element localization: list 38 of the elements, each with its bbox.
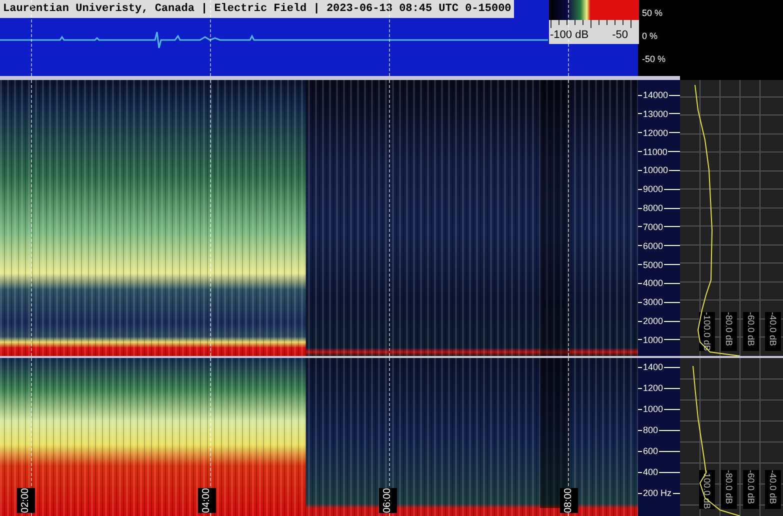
time-label: 04:00 [198, 488, 216, 513]
axis-label: 1000 [642, 334, 664, 345]
axis-label: 2000 [642, 316, 664, 326]
axis-label: 11000 [642, 146, 668, 157]
axis-label: 8000 [642, 203, 664, 214]
time-label: 08:00 [560, 488, 578, 513]
axis-label: 1200 [642, 383, 664, 393]
axis-label: 3000 [642, 297, 664, 308]
axis-label: 800 [642, 425, 660, 435]
axis-label: 12000 [642, 128, 670, 138]
db-label: -60.0 dB [743, 470, 759, 510]
axis-label: 1400 [642, 362, 664, 372]
axis-label: 50 % [642, 8, 663, 18]
db-label: -40.0 dB [765, 312, 781, 352]
scale-label: -50 [612, 28, 628, 42]
axis-label: 0 % [642, 31, 658, 41]
axis-label: 10000 [642, 165, 670, 176]
time-label: 06:00 [379, 488, 397, 513]
axis-label: 1000 [642, 404, 664, 414]
axis-label: 400 [642, 467, 660, 477]
db-label: -80.0 dB [721, 470, 737, 510]
axis-label: 4000 [642, 278, 664, 288]
scale-label: -100 dB [550, 28, 589, 42]
db-label: -60.0 dB [743, 312, 759, 352]
axis-label: 200 Hz [642, 488, 673, 498]
db-label: -40.0 dB [765, 470, 781, 510]
axis-label: -50 % [642, 54, 666, 64]
axis-label: 600 [642, 446, 660, 456]
axis-label: 13000 [642, 108, 670, 119]
time-label: 02:00 [17, 488, 35, 513]
db-label: -80.0 dB [721, 312, 737, 352]
axis-label: 5000 [642, 260, 664, 270]
axis-label: 9000 [642, 184, 664, 194]
axis-label: 7000 [642, 222, 664, 232]
axis-label: 14000 [642, 90, 670, 100]
db-label: -100.0 dB [699, 312, 715, 352]
chart-title: Laurentian Univeristy, Canada | Electric Field | 2023-06-13 08:45 UTC 0-15000 [0, 0, 514, 18]
axis-label: 6000 [642, 240, 664, 251]
